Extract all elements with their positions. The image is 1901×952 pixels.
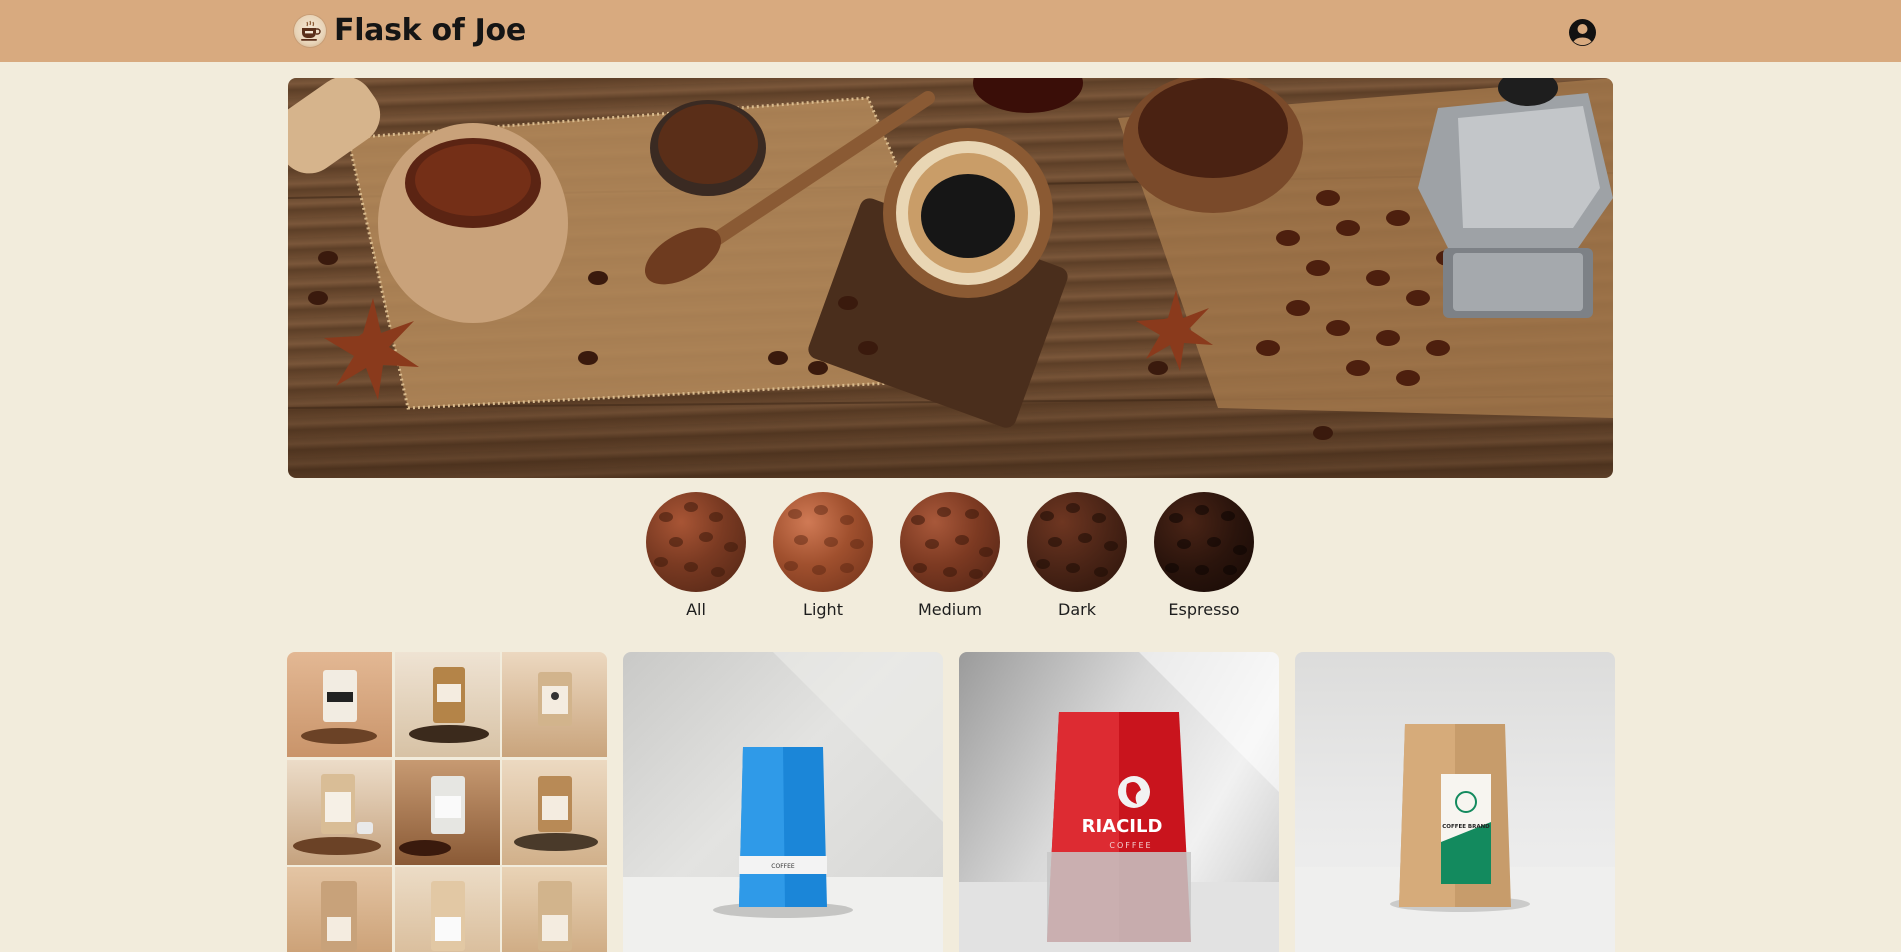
roast-filter-all[interactable]: All — [646, 492, 746, 619]
coffee-cup-logo-icon — [294, 14, 326, 47]
collage-tile — [502, 867, 607, 952]
roast-filter-list: All Light Medium Dark Espresso — [646, 492, 1254, 619]
kraft-bag-text: COFFEE BRAND — [1442, 824, 1490, 830]
roast-label-dark: Dark — [1058, 600, 1096, 619]
coffee-beans-hero-image — [288, 78, 1613, 478]
brand-name: Flask of Joe — [334, 13, 526, 48]
red-bag-brand: RIACILD — [1082, 816, 1163, 837]
roast-label-all: All — [686, 600, 706, 619]
product-card-blue-bag[interactable]: COFFEE — [623, 652, 943, 952]
red-bag-subtext: COFFEE — [1109, 841, 1152, 850]
site-header: Flask of Joe — [0, 0, 1901, 62]
roast-filter-espresso[interactable]: Espresso — [1154, 492, 1254, 619]
roast-filter-dark[interactable]: Dark — [1027, 492, 1127, 619]
coffee-bags-collage-image — [287, 652, 607, 952]
product-card-red-bag[interactable]: RIACILD COFFEE — [959, 652, 1279, 952]
roast-filter-medium[interactable]: Medium — [900, 492, 1000, 619]
collage-tile — [502, 652, 607, 757]
roast-beans-light-image — [773, 492, 873, 592]
brand-home-link[interactable]: Flask of Joe — [294, 13, 526, 48]
collage-tile — [394, 652, 500, 757]
collage-tile — [502, 759, 607, 865]
product-card-kraft-bag[interactable]: COFFEE BRAND — [1295, 652, 1615, 952]
collage-tile — [394, 867, 500, 952]
red-coffee-bag-image: RIACILD COFFEE — [959, 652, 1279, 952]
kraft-coffee-bag-image: COFFEE BRAND — [1295, 724, 1615, 952]
blue-coffee-bag-image: COFFEE — [623, 652, 943, 952]
roast-label-medium: Medium — [918, 600, 982, 619]
collage-tile — [287, 867, 392, 952]
product-grid: COFFEE RIACILD COFFEE COFFEE BRAND — [287, 652, 1615, 952]
collage-tile — [287, 759, 392, 865]
user-circle-icon[interactable] — [1568, 18, 1597, 47]
blue-bag-text: COFFEE — [771, 863, 795, 870]
roast-filter-light[interactable]: Light — [773, 492, 873, 619]
product-card-collage[interactable] — [287, 652, 607, 952]
collage-tile — [287, 652, 392, 757]
roast-label-espresso: Espresso — [1168, 600, 1240, 619]
roast-label-light: Light — [803, 600, 843, 619]
roast-beans-dark-image — [1027, 492, 1127, 592]
collage-tile — [394, 759, 500, 865]
roast-beans-all-image — [646, 492, 746, 592]
roast-beans-medium-image — [900, 492, 1000, 592]
roast-beans-espresso-image — [1154, 492, 1254, 592]
